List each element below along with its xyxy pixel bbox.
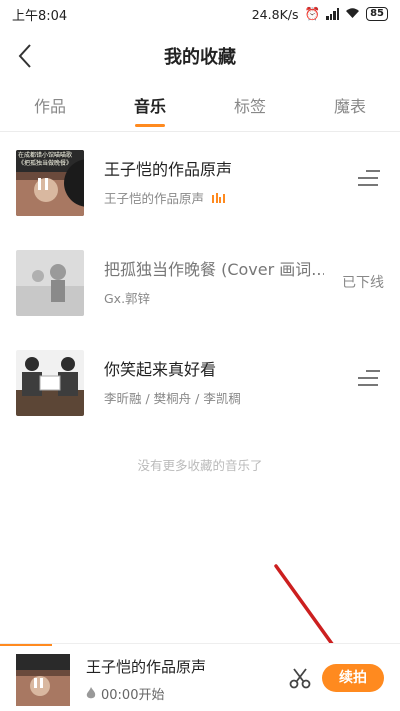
song-item[interactable]: 把孤独当作晚餐 (Cover 画词... Gx.郭锌 已下线 — [0, 248, 400, 318]
song-title: 把孤独当作晚餐 (Cover 画词... — [104, 260, 324, 279]
tab-tags[interactable]: 标签 — [200, 84, 300, 131]
battery-indicator: 85 — [366, 7, 388, 21]
song-menu-button[interactable] — [358, 170, 380, 192]
song-title: 王子恺的作品原声 — [104, 160, 233, 179]
start-time: 00:00开始 — [101, 688, 165, 703]
continue-shooting-button[interactable]: 续拍 — [322, 664, 384, 692]
end-of-list-note: 没有更多收藏的音乐了 — [137, 458, 263, 473]
tab-works[interactable]: 作品 — [0, 84, 100, 131]
song-cover — [16, 250, 84, 316]
mini-player-status: 00:00开始 — [86, 684, 164, 703]
song-item[interactable]: 在成都错小馆喵喵歌 《把孤独当做晚餐》 王子恺的作品原声 王子恺的作品原声 — [0, 148, 400, 218]
mini-player-cover — [16, 654, 70, 706]
song-artist-row: 李昕融 / 樊桐舟 / 李凯稠 — [104, 388, 241, 407]
app-header: 我的收藏 — [0, 28, 400, 84]
cut-button[interactable] — [288, 666, 312, 690]
mini-player-title: 王子恺的作品原声 — [86, 658, 207, 676]
chevron-left-icon — [18, 44, 31, 68]
song-cover — [16, 350, 84, 416]
song-artist: 李昕融 / 樊桐舟 / 李凯稠 — [104, 391, 241, 406]
menu-icon — [366, 370, 380, 372]
now-playing-icon — [212, 192, 225, 203]
song-artist: 王子恺的作品原声 — [104, 191, 205, 206]
tab-bar: 作品 音乐 标签 魔表 — [0, 84, 400, 132]
back-button[interactable] — [10, 38, 40, 74]
tab-magic-masks[interactable]: 魔表 — [300, 84, 400, 131]
status-time: 上午8:04 — [12, 8, 68, 24]
status-bar: 上午8:04 24.8K/s ⏰ 85 — [0, 0, 400, 28]
cover-caption: 在成都错小馆喵喵歌 《把孤独当做晚餐》 — [18, 152, 73, 167]
mini-player[interactable]: 王子恺的作品原声 00:00开始 续拍 — [0, 643, 400, 711]
menu-icon — [366, 170, 380, 172]
offline-status: 已下线 — [342, 275, 384, 291]
song-item[interactable]: 你笑起来真好看 李昕融 / 樊桐舟 / 李凯稠 — [0, 348, 400, 418]
net-speed: 24.8K/s — [251, 6, 299, 22]
page-title: 我的收藏 — [164, 47, 236, 68]
active-tab-indicator — [135, 124, 165, 127]
alarm-icon: ⏰ — [304, 6, 321, 21]
song-cover: 在成都错小馆喵喵歌 《把孤独当做晚餐》 — [16, 150, 84, 216]
flame-icon — [86, 687, 96, 699]
playback-progress — [0, 644, 52, 646]
tab-music[interactable]: 音乐 — [100, 84, 200, 131]
song-menu-button[interactable] — [358, 370, 380, 392]
song-artist: Gx.郭锌 — [104, 291, 151, 306]
wifi-icon — [345, 7, 360, 22]
status-indicators: 24.8K/s ⏰ 85 — [252, 6, 388, 22]
song-artist-row: Gx.郭锌 — [104, 288, 150, 307]
song-title: 你笑起来真好看 — [104, 360, 217, 379]
song-artist-row: 王子恺的作品原声 — [104, 188, 225, 207]
signal-icon — [326, 8, 340, 20]
scissors-icon — [289, 668, 311, 689]
